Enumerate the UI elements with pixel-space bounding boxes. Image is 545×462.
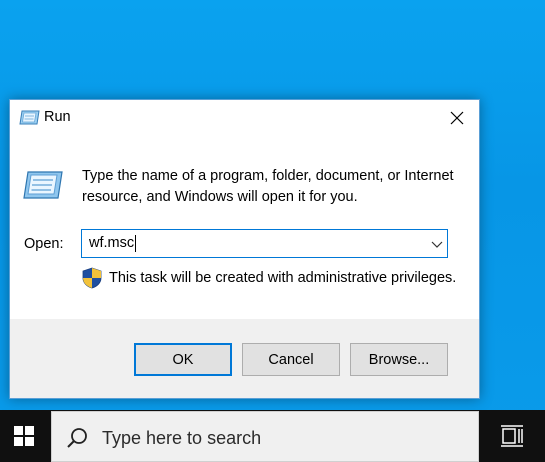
run-icon	[19, 110, 40, 125]
chevron-down-icon[interactable]	[431, 239, 443, 249]
run-dialog: Run Type the name of a program, folder, …	[9, 99, 480, 399]
cancel-button[interactable]: Cancel	[242, 343, 340, 376]
dialog-title: Run	[44, 109, 71, 125]
ok-button[interactable]: OK	[134, 343, 232, 376]
search-icon	[67, 428, 87, 448]
browse-button[interactable]: Browse...	[350, 343, 448, 376]
search-placeholder: Type here to search	[102, 428, 262, 448]
uac-shield-icon	[82, 267, 102, 289]
windows-logo-icon	[14, 426, 34, 446]
dialog-titlebar[interactable]: Run	[10, 100, 479, 136]
start-button[interactable]	[0, 410, 48, 462]
dialog-content: Type the name of a program, folder, docu…	[10, 136, 479, 319]
close-button[interactable]	[435, 100, 479, 136]
taskbar-search-box[interactable]: Type here to search	[51, 411, 479, 462]
open-label: Open:	[24, 236, 64, 252]
close-icon	[450, 111, 464, 125]
taskbar: Type here to search	[0, 410, 545, 462]
admin-privileges-note: This task will be created with administr…	[109, 270, 457, 286]
run-program-icon	[23, 171, 63, 199]
dialog-description: Type the name of a program, folder, docu…	[82, 168, 454, 205]
task-view-button[interactable]	[487, 410, 537, 462]
open-input[interactable]: wf.msc	[89, 235, 137, 252]
open-combobox[interactable]: wf.msc	[81, 229, 448, 258]
task-view-icon	[501, 425, 523, 447]
